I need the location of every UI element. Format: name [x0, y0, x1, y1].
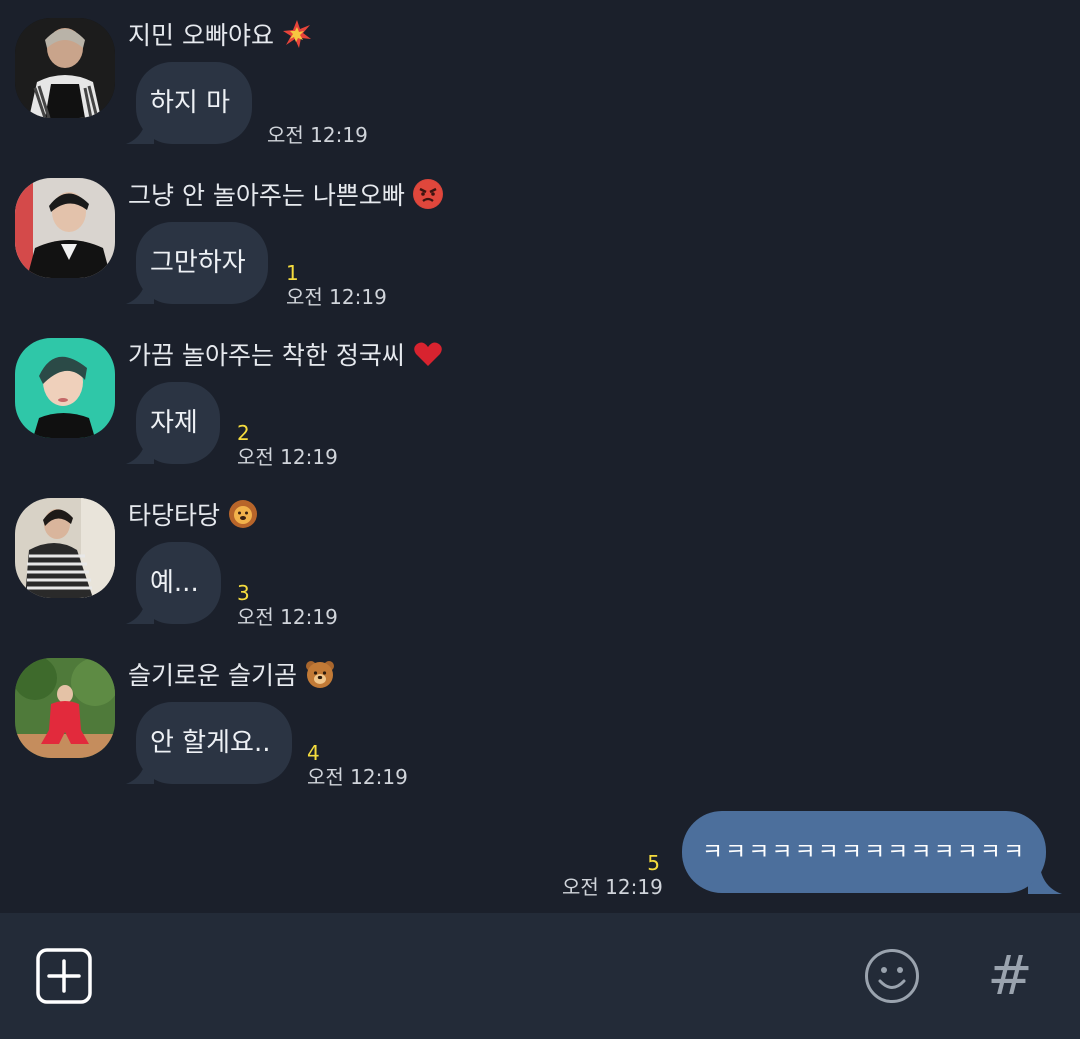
message-bubble[interactable]: 안 할게요..: [124, 702, 293, 784]
lion-face-emoji-icon: [228, 499, 258, 529]
outgoing-message-bubble[interactable]: ㅋㅋㅋㅋㅋㅋㅋㅋㅋㅋㅋㅋㅋㅋ: [682, 811, 1046, 893]
message-time: 오전 12:19: [307, 765, 408, 789]
bottom-toolbar: #: [0, 913, 1080, 1039]
message-time: 오전 12:19: [286, 285, 387, 309]
unread-count: 1: [286, 261, 299, 285]
avatar[interactable]: [15, 178, 115, 278]
red-heart-emoji-icon: [413, 339, 443, 369]
hashtag-icon: #: [987, 944, 1033, 1007]
unread-count: 4: [307, 741, 320, 765]
message-bubble[interactable]: 그만하자: [124, 222, 268, 304]
message-text: 그만하자: [136, 222, 268, 304]
message-text: 안 할게요..: [136, 702, 293, 784]
sender-name: 슬기로운 슬기곰: [128, 658, 335, 694]
message-time: 오전 12:19: [562, 875, 663, 899]
message-time: 오전 12:19: [237, 445, 338, 469]
smiley-icon: [865, 949, 919, 1003]
avatar[interactable]: [15, 658, 115, 758]
avatar[interactable]: [15, 498, 115, 598]
message-bubble[interactable]: 하지 마: [124, 62, 253, 144]
collision-emoji-icon: [282, 19, 312, 49]
message-bubble[interactable]: 자제: [124, 382, 220, 464]
message-meta: 2 오전 12:19: [237, 422, 338, 470]
message-meta: 1 오전 12:19: [286, 262, 387, 310]
message-meta: 4 오전 12:19: [307, 742, 408, 790]
message-time: 오전 12:19: [237, 605, 338, 629]
emoticon-button[interactable]: [864, 948, 920, 1004]
sender-name: 가끔 놀아주는 착한 정국씨: [128, 338, 443, 374]
sender-name: 타당타당: [128, 498, 258, 534]
message-meta: 3 오전 12:19: [237, 582, 338, 630]
chat-screen: 지민 오빠야요 하지 마 오전 12:19 그냥 안 놀아주는 나쁜오빠 그만하…: [0, 0, 1080, 1039]
sender-name: 그냥 안 놀아주는 나쁜오빠: [128, 178, 443, 214]
message-text: 예...: [136, 542, 221, 624]
message-meta: 오전 12:19: [267, 122, 368, 148]
avatar[interactable]: [15, 338, 115, 438]
unread-count: 3: [237, 581, 250, 605]
message-text: 자제: [136, 382, 220, 464]
plus-square-icon: [36, 948, 92, 1004]
unread-count: 5: [647, 851, 660, 875]
angry-face-emoji-icon: [412, 179, 443, 209]
message-time: 오전 12:19: [267, 123, 368, 147]
hashtag-search-button[interactable]: #: [982, 948, 1038, 1004]
unread-count: 2: [237, 421, 250, 445]
bear-face-emoji-icon: [305, 659, 335, 689]
message-bubble[interactable]: 예...: [124, 542, 221, 624]
sender-name: 지민 오빠야요: [128, 18, 312, 54]
outgoing-message-meta: 5 오전 12:19: [562, 851, 663, 900]
avatar[interactable]: [15, 18, 115, 118]
add-attachment-button[interactable]: [36, 948, 92, 1004]
message-text: 하지 마: [136, 62, 253, 144]
